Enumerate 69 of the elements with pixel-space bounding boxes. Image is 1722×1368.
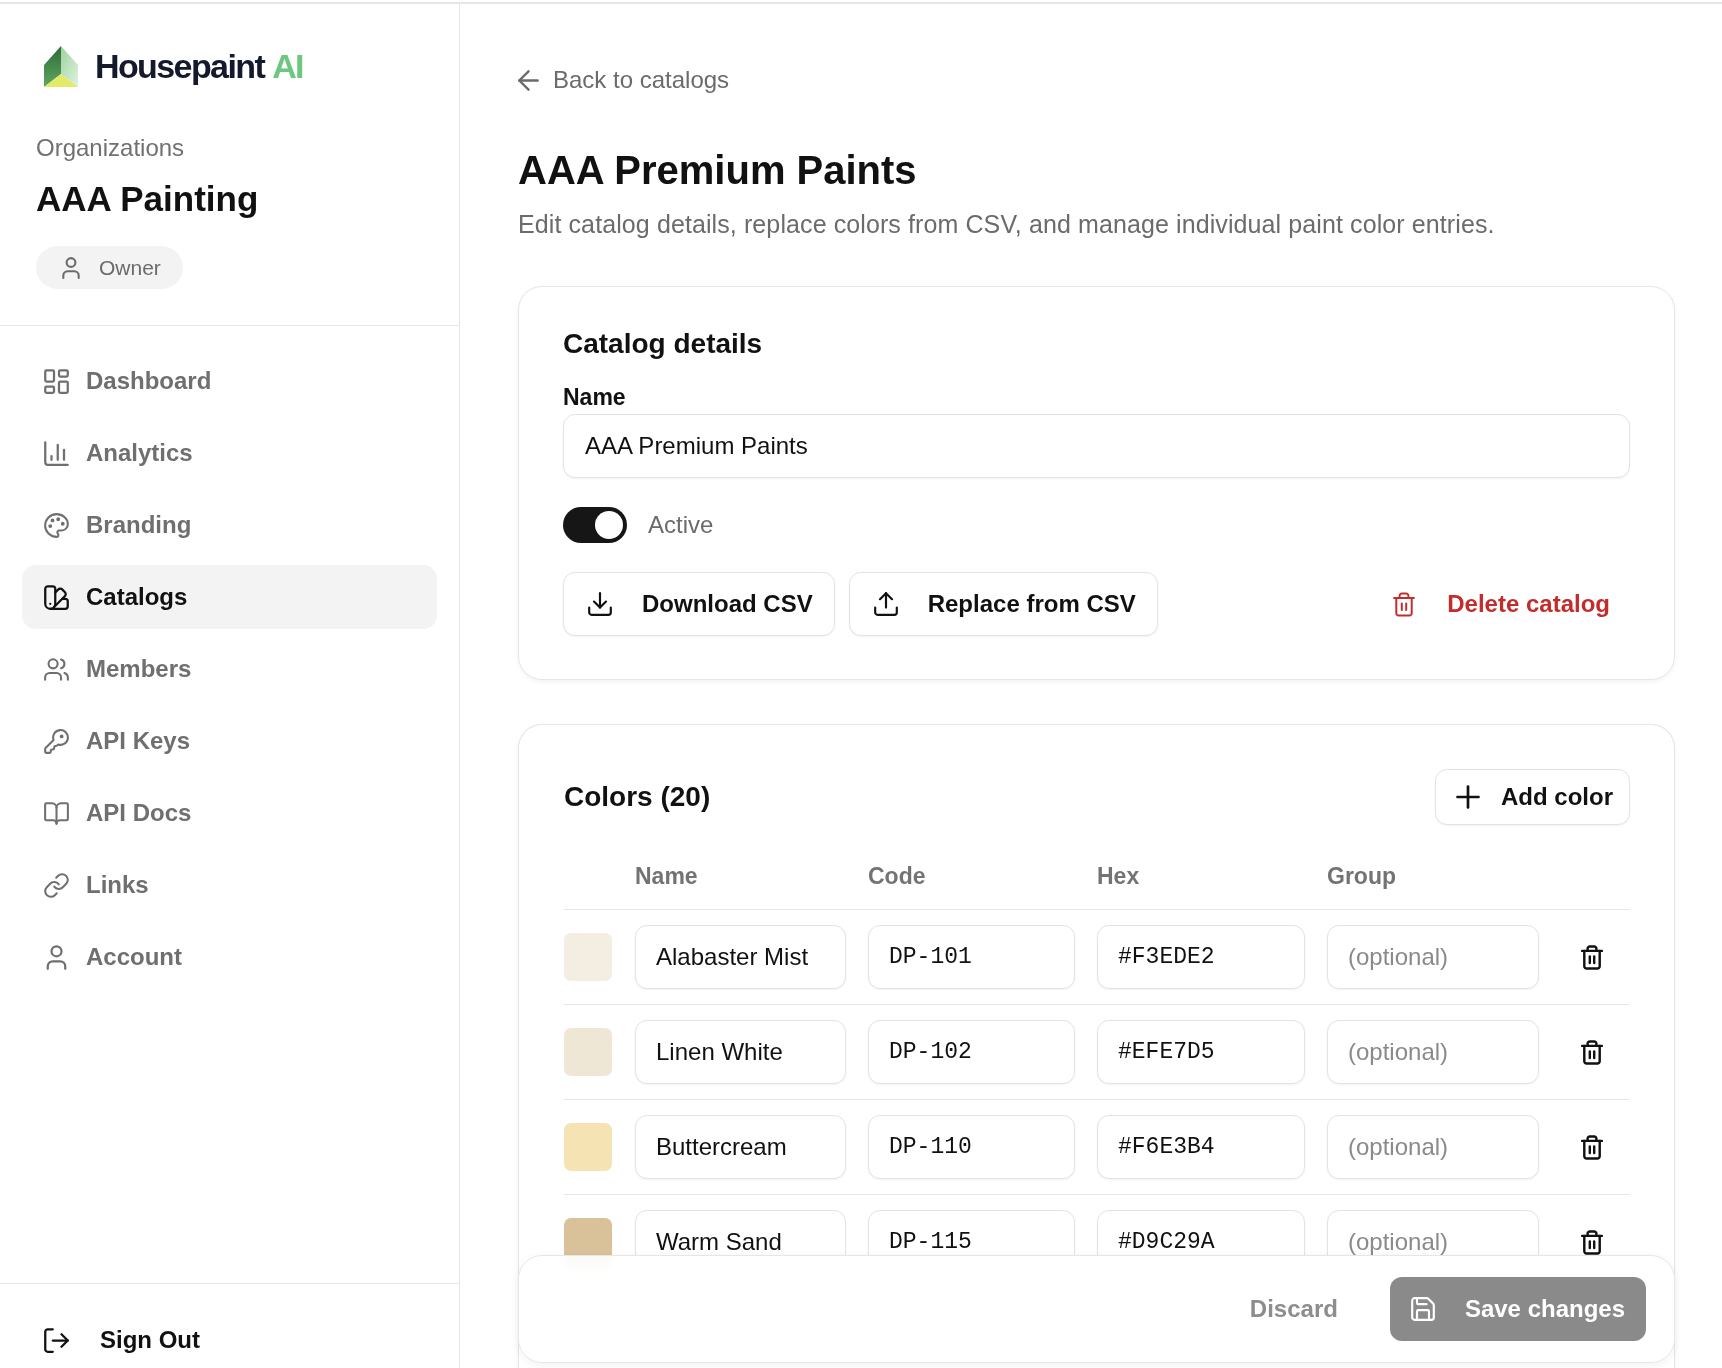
nav-item[interactable]: Catalogs (22, 565, 437, 629)
brand-name: Housepaint (95, 46, 265, 87)
nav-item[interactable]: Links (22, 853, 437, 917)
column-header: Name (635, 862, 699, 891)
hex-input[interactable]: #F6E3B4 (1097, 1115, 1305, 1179)
name-input[interactable]: Buttercream (635, 1115, 846, 1179)
trash-icon (1581, 1039, 1603, 1065)
column-header: Group (1327, 862, 1397, 891)
code-input[interactable]: DP-102 (868, 1020, 1075, 1084)
add-color-button[interactable]: Add color (1435, 769, 1630, 825)
group-input[interactable]: (optional) (1327, 925, 1539, 989)
brand-suffix: AI (272, 46, 303, 87)
nav-item[interactable]: API Keys (22, 709, 437, 773)
organization-name: AAA Painting (36, 178, 260, 220)
delete-row-button[interactable] (1581, 944, 1603, 970)
sign-out-icon (44, 1327, 69, 1353)
dashboard-grid-icon (44, 368, 69, 394)
page-subtitle: Edit catalog details, replace colors from CSV, and manage individual paint color entries. (518, 209, 1496, 240)
open-book-icon (44, 800, 69, 826)
link-icon (44, 872, 69, 898)
trash-icon (1581, 944, 1603, 970)
nav-item[interactable]: API Docs (22, 781, 437, 845)
delete-row-button[interactable] (1581, 1229, 1603, 1255)
nav-item[interactable]: Dashboard (22, 349, 437, 413)
organizations-label: Organizations (36, 133, 186, 163)
palette-icon (44, 512, 69, 538)
user-icon (62, 256, 80, 279)
column-header: Hex (1097, 862, 1141, 891)
csv-button[interactable]: Replace from CSV (848, 572, 1158, 636)
trash-icon (1581, 1229, 1603, 1255)
catalog-name-input[interactable]: AAA Premium Paints (563, 414, 1630, 478)
hex-input[interactable]: #F3EDE2 (1097, 925, 1305, 989)
csv-button[interactable]: Download CSV (563, 572, 835, 636)
active-toggle[interactable] (563, 507, 627, 543)
nav-item[interactable]: Members (22, 637, 437, 701)
nav-item[interactable]: Account (22, 925, 437, 989)
delete-catalog-button[interactable]: Delete catalog (1373, 572, 1630, 636)
bar-chart-icon (44, 440, 69, 466)
column-header: Code (868, 862, 927, 891)
house-logo-icon (44, 45, 78, 87)
group-input[interactable]: (optional) (1327, 1115, 1539, 1179)
users-icon (44, 656, 69, 682)
name-input[interactable]: Linen White (635, 1020, 846, 1084)
card-heading: Catalog details (563, 327, 764, 361)
name-label: Name (563, 383, 627, 412)
plus-icon (1456, 785, 1480, 809)
back-link[interactable]: Back to catalogs (518, 64, 730, 96)
group-input[interactable]: (optional) (1327, 1020, 1539, 1084)
user-icon (44, 944, 69, 970)
name-input[interactable]: Alabaster Mist (635, 925, 846, 989)
nav-item[interactable]: Branding (22, 493, 437, 557)
card-heading: Colors (20) (564, 780, 711, 814)
trash-icon (1393, 591, 1416, 617)
upload-icon (873, 592, 898, 616)
code-input[interactable]: DP-101 (868, 925, 1075, 989)
trash-icon (1581, 1134, 1603, 1160)
key-icon (44, 728, 69, 754)
download-icon (588, 592, 612, 616)
nav-item[interactable]: Analytics (22, 421, 437, 485)
hex-input[interactable]: #EFE7D5 (1097, 1020, 1305, 1084)
delete-row-button[interactable] (1581, 1039, 1603, 1065)
sign-out-button[interactable]: Sign Out (44, 1312, 200, 1368)
delete-row-button[interactable] (1581, 1134, 1603, 1160)
arrow-left-icon (518, 69, 539, 91)
code-input[interactable]: DP-110 (868, 1115, 1075, 1179)
role-label: Owner (99, 255, 161, 280)
swatch-book-icon (44, 584, 69, 610)
active-label: Active (648, 511, 714, 539)
page-title: AAA Premium Paints (518, 147, 918, 194)
